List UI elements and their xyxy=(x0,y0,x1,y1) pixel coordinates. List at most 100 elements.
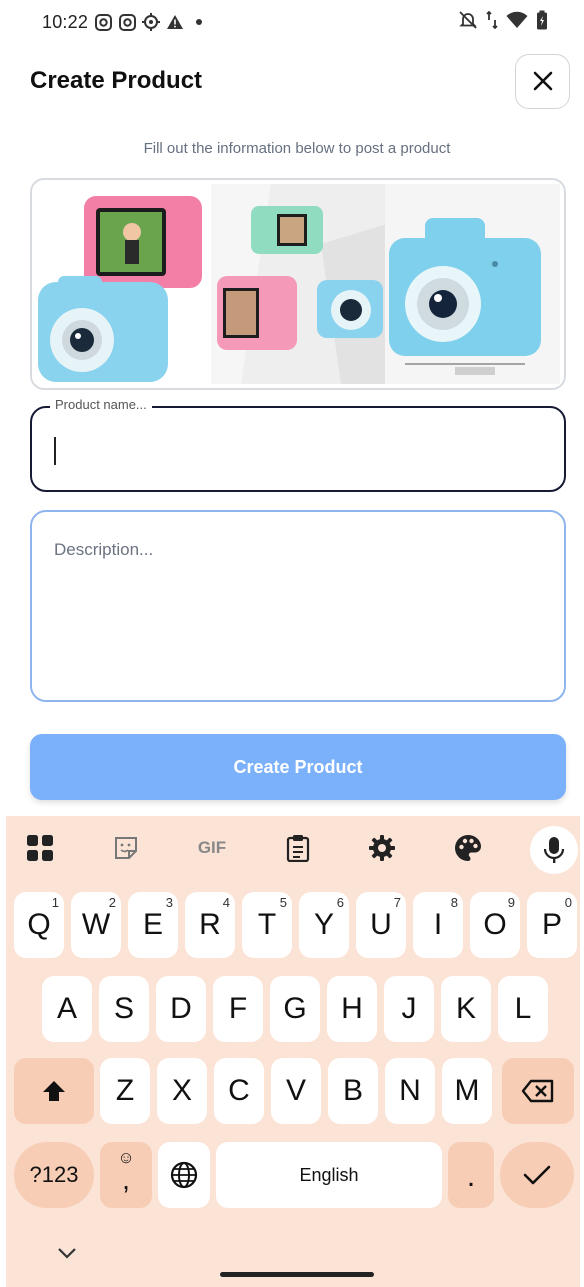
key-q[interactable]: Q1 xyxy=(14,892,64,958)
mic-button[interactable] xyxy=(530,826,578,874)
clipboard-icon[interactable] xyxy=(280,830,316,866)
key-h[interactable]: H xyxy=(327,976,377,1042)
apps-icon[interactable] xyxy=(22,830,58,866)
gif-button[interactable]: GIF xyxy=(190,830,234,866)
key-label: K xyxy=(455,992,476,1025)
backspace-key[interactable] xyxy=(502,1058,574,1124)
key-j[interactable]: J xyxy=(384,976,434,1042)
gesture-nav-bar[interactable] xyxy=(220,1272,374,1277)
key-hint: 8 xyxy=(450,895,458,910)
create-product-button[interactable]: Create Product xyxy=(30,734,566,800)
key-label: B xyxy=(342,1074,363,1107)
key-label: Z xyxy=(115,1074,135,1107)
product-name-field[interactable]: Product name... xyxy=(30,397,566,492)
product-image-2[interactable] xyxy=(210,184,386,384)
key-label: U xyxy=(370,908,392,941)
product-image-gallery[interactable] xyxy=(30,178,566,390)
space-bar[interactable]: English xyxy=(216,1142,442,1208)
page-title: Create Product xyxy=(30,67,203,94)
done-key[interactable] xyxy=(500,1142,574,1208)
comma-label: , xyxy=(122,1164,130,1195)
key-label: W xyxy=(81,908,111,941)
dot-icon xyxy=(190,13,208,31)
chevron-down-icon[interactable] xyxy=(56,1246,78,1260)
key-label: V xyxy=(285,1074,306,1107)
key-g[interactable]: G xyxy=(270,976,320,1042)
status-bar: 10:22 xyxy=(0,0,584,44)
status-time: 10:22 xyxy=(42,11,89,32)
key-k[interactable]: K xyxy=(441,976,491,1042)
key-a[interactable]: A xyxy=(42,976,92,1042)
key-l[interactable]: L xyxy=(498,976,548,1042)
bell-off-icon xyxy=(458,10,478,35)
check-icon xyxy=(523,1165,551,1185)
close-icon xyxy=(533,71,552,91)
gear-icon[interactable] xyxy=(364,830,400,866)
key-x[interactable]: X xyxy=(157,1058,207,1124)
description-field[interactable]: Description... xyxy=(30,510,566,702)
sticker-icon[interactable] xyxy=(108,830,144,866)
description-placeholder: Description... xyxy=(54,540,154,559)
key-y[interactable]: Y6 xyxy=(299,892,349,958)
key-label: P xyxy=(541,908,562,941)
key-hint: 4 xyxy=(222,895,230,910)
instagram-icon xyxy=(118,13,136,31)
key-i[interactable]: I8 xyxy=(413,892,463,958)
mic-icon xyxy=(543,837,565,863)
key-hint: 9 xyxy=(507,895,515,910)
palette-icon[interactable] xyxy=(450,830,486,866)
key-n[interactable]: N xyxy=(385,1058,435,1124)
key-d[interactable]: D xyxy=(156,976,206,1042)
header: Create Product xyxy=(30,53,570,109)
key-p[interactable]: P0 xyxy=(527,892,577,958)
key-label: M xyxy=(454,1074,480,1107)
data-icon xyxy=(486,10,498,35)
key-hint: 0 xyxy=(564,895,572,910)
warning-icon xyxy=(166,13,184,31)
status-right xyxy=(458,10,548,35)
product-image-3[interactable] xyxy=(385,184,561,384)
language-key[interactable] xyxy=(158,1142,210,1208)
key-m[interactable]: M xyxy=(442,1058,492,1124)
key-hint: 1 xyxy=(51,895,59,910)
key-r[interactable]: R4 xyxy=(185,892,235,958)
wifi-icon xyxy=(506,11,528,34)
key-o[interactable]: O9 xyxy=(470,892,520,958)
key-label: R xyxy=(199,908,221,941)
key-hint: 7 xyxy=(393,895,401,910)
key-z[interactable]: Z xyxy=(100,1058,150,1124)
key-label: G xyxy=(283,992,307,1025)
shift-key[interactable] xyxy=(14,1058,94,1124)
key-label: N xyxy=(399,1074,421,1107)
key-label: C xyxy=(228,1074,250,1107)
key-t[interactable]: T5 xyxy=(242,892,292,958)
period-key[interactable]: . xyxy=(448,1142,494,1208)
form-subtitle: Fill out the information below to post a… xyxy=(143,140,451,157)
key-label: D xyxy=(170,992,192,1025)
battery-icon xyxy=(536,10,548,35)
key-label: Q xyxy=(27,908,51,941)
key-label: E xyxy=(142,908,163,941)
key-f[interactable]: F xyxy=(213,976,263,1042)
key-v[interactable]: V xyxy=(271,1058,321,1124)
key-label: X xyxy=(171,1074,192,1107)
key-hint: 6 xyxy=(336,895,344,910)
key-u[interactable]: U7 xyxy=(356,892,406,958)
product-image-1[interactable] xyxy=(36,184,211,384)
key-label: H xyxy=(341,992,363,1025)
key-w[interactable]: W2 xyxy=(71,892,121,958)
key-label: L xyxy=(514,992,532,1025)
key-e[interactable]: E3 xyxy=(128,892,178,958)
emoji-comma-key[interactable]: ☺ , xyxy=(100,1142,152,1208)
settings-icon xyxy=(142,13,161,31)
key-label: T xyxy=(257,908,277,941)
key-b[interactable]: B xyxy=(328,1058,378,1124)
key-label: I xyxy=(433,908,443,941)
key-hint: 5 xyxy=(279,895,287,910)
key-s[interactable]: S xyxy=(99,976,149,1042)
key-c[interactable]: C xyxy=(214,1058,264,1124)
key-label: S xyxy=(113,992,134,1025)
keyboard-toolbar: GIF xyxy=(6,816,580,880)
close-button[interactable] xyxy=(515,53,570,109)
symbols-key[interactable]: ?123 xyxy=(14,1142,94,1208)
